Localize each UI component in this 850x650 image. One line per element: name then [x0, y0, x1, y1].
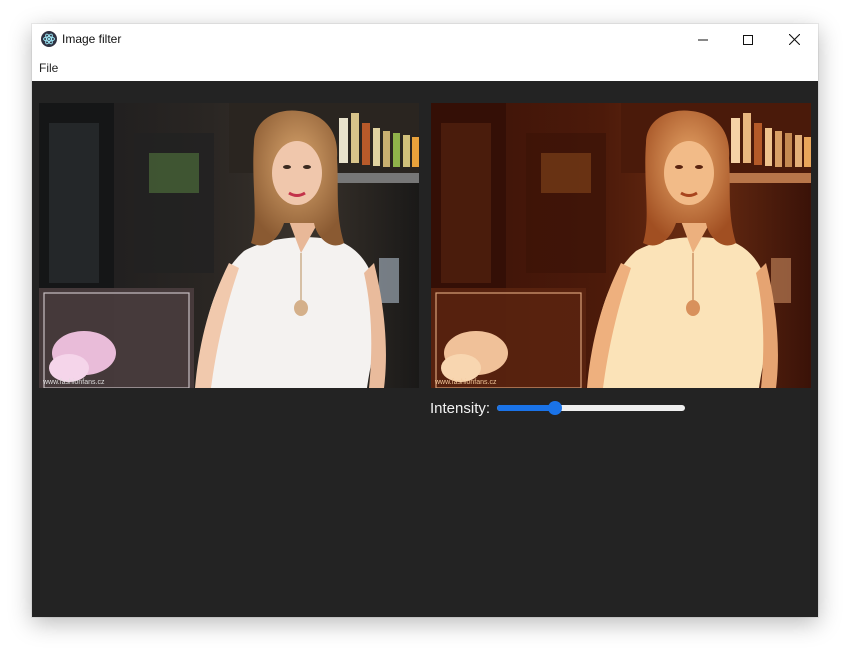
close-icon	[788, 34, 800, 45]
intensity-slider[interactable]	[497, 400, 686, 416]
title-bar[interactable]: Image filter	[32, 24, 818, 55]
slider-thumb[interactable]	[548, 401, 563, 415]
filtered-watermark: www.fashionfans.cz	[434, 379, 497, 386]
menu-bar: File	[32, 55, 818, 81]
original-image: www.fashionfans.cz	[39, 103, 419, 388]
intensity-control: Intensity:	[430, 398, 686, 418]
slider-fill	[497, 405, 556, 411]
close-button[interactable]	[771, 24, 817, 55]
screenshot-page: Image filter File www.fashionfans.cz www…	[0, 0, 850, 650]
filtered-image: www.fashionfans.cz	[431, 103, 811, 388]
menu-item-file[interactable]: File	[39, 61, 58, 75]
main-content: www.fashionfans.cz www.fashionfans.cz In…	[32, 81, 818, 617]
minimize-button[interactable]	[680, 24, 726, 55]
window-title: Image filter	[62, 32, 122, 46]
maximize-button[interactable]	[725, 24, 771, 55]
electron-logo-icon	[41, 31, 57, 47]
minimize-icon	[698, 39, 708, 40]
maximize-icon	[743, 34, 753, 45]
intensity-label: Intensity:	[430, 399, 491, 417]
app-window: Image filter File www.fashionfans.cz www…	[32, 24, 818, 617]
original-watermark: www.fashionfans.cz	[42, 379, 105, 386]
